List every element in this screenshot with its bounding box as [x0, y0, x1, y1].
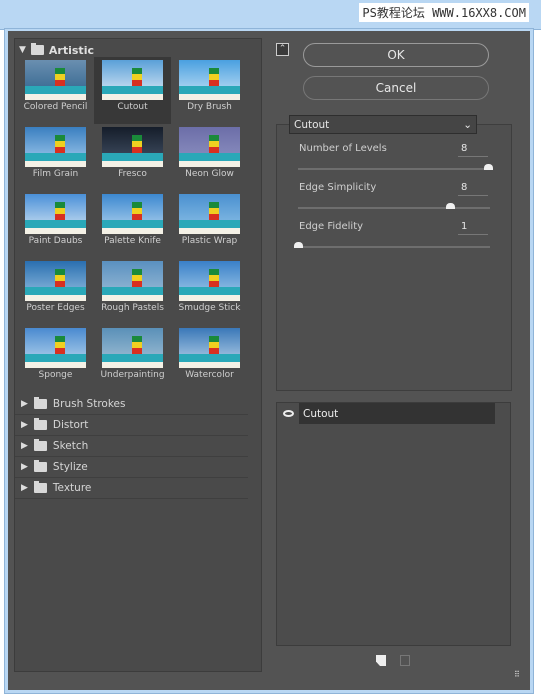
filter-thumb[interactable]: Dry Brush [171, 57, 248, 124]
folder-icon [30, 43, 44, 55]
filter-preview-image [102, 328, 163, 368]
category-label: Texture [52, 482, 92, 494]
filter-thumb[interactable]: Poster Edges [17, 258, 94, 325]
filter-thumb[interactable]: Paint Daubs [17, 191, 94, 258]
category-item[interactable]: ▶ Distort [15, 415, 248, 436]
slider-knob[interactable] [446, 203, 455, 209]
triangle-down-icon: ▼ [19, 45, 26, 55]
category-label: Sketch [52, 440, 89, 452]
filter-thumb[interactable]: Underpainting [94, 325, 171, 392]
filter-thumb[interactable]: Watercolor [171, 325, 248, 392]
effect-layer-row[interactable]: Cutout [277, 403, 495, 424]
filter-thumb[interactable]: Plastic Wrap [171, 191, 248, 258]
param-value-input[interactable]: 8 [458, 182, 488, 196]
eye-icon[interactable] [277, 403, 299, 424]
filter-preview-image [179, 261, 240, 301]
filter-thumb[interactable]: Cutout [94, 57, 171, 124]
param-value-input[interactable]: 1 [458, 221, 488, 235]
filter-preview-image [102, 261, 163, 301]
category-artistic[interactable]: ▼ Artistic [19, 43, 94, 57]
filter-label: Palette Knife [104, 236, 161, 246]
filter-thumb[interactable]: Neon Glow [171, 124, 248, 191]
filter-label: Colored Pencil [23, 102, 88, 112]
category-item[interactable]: ▶ Sketch [15, 436, 248, 457]
filter-preview-image [179, 194, 240, 234]
filter-preview-image [102, 127, 163, 167]
window-titlebar: PS教程论坛 WWW.16XX8.COM [0, 0, 541, 30]
ok-button[interactable]: OK [303, 43, 489, 67]
triangle-right-icon: ▶ [21, 483, 28, 493]
folder-icon [33, 418, 47, 430]
param-label: Number of Levels [299, 143, 387, 154]
filter-thumb[interactable]: Film Grain [17, 124, 94, 191]
filter-preview-image [102, 194, 163, 234]
filter-label: Dry Brush [187, 102, 232, 112]
param-label: Edge Simplicity [299, 182, 377, 193]
filter-label: Underpainting [100, 370, 165, 380]
param-slider[interactable] [298, 164, 493, 170]
filter-gallery-panel: ▼ Artistic Colored Pencil Cutout Dry Brush… [14, 38, 262, 672]
filter-preview-image [102, 60, 163, 100]
folder-icon [33, 439, 47, 451]
category-item[interactable]: ▶ Texture [15, 478, 248, 499]
triangle-right-icon: ▶ [21, 441, 28, 451]
filter-select-value: Cutout [294, 118, 330, 131]
trash-icon[interactable] [400, 655, 410, 666]
filter-thumb[interactable]: Sponge [17, 325, 94, 392]
param-slider[interactable] [294, 242, 490, 248]
filter-preview-image [25, 60, 86, 100]
filter-thumb[interactable]: Rough Pastels [94, 258, 171, 325]
folder-icon [33, 481, 47, 493]
slider-knob[interactable] [484, 164, 493, 170]
filter-label: Sponge [38, 370, 73, 380]
resize-grip-icon[interactable]: ⠿ [514, 670, 520, 679]
category-item[interactable]: ▶ Stylize [15, 457, 248, 478]
filter-label: Poster Edges [26, 303, 85, 313]
category-label: Stylize [52, 461, 88, 473]
watermark: PS教程论坛 WWW.16XX8.COM [359, 3, 529, 22]
filter-thumb[interactable]: Colored Pencil [17, 57, 94, 124]
triangle-right-icon: ▶ [21, 399, 28, 409]
effect-layers-panel: Cutout [276, 402, 511, 646]
cancel-button[interactable]: Cancel [303, 76, 489, 100]
collapse-gallery-button[interactable]: ⌃ [276, 43, 289, 56]
param-label: Edge Fidelity [299, 221, 364, 232]
filter-label: Cutout [117, 102, 148, 112]
filter-label: Fresco [118, 169, 147, 179]
filter-label: Paint Daubs [28, 236, 83, 246]
filter-thumb[interactable]: Fresco [94, 124, 171, 191]
filter-settings-group [276, 124, 512, 391]
category-label: Brush Strokes [52, 398, 126, 410]
param-slider[interactable] [298, 203, 490, 209]
filter-preview-image [179, 127, 240, 167]
filter-label: Plastic Wrap [181, 236, 238, 246]
filter-label: Smudge Stick [178, 303, 241, 313]
param-value-input[interactable]: 8 [458, 143, 488, 157]
chevron-down-icon: ⌄ [463, 118, 472, 131]
filter-select[interactable]: Cutout ⌄ [289, 115, 477, 134]
filter-preview-image [25, 194, 86, 234]
filter-preview-image [25, 261, 86, 301]
filter-thumb[interactable]: Smudge Stick [171, 258, 248, 325]
filter-label: Neon Glow [185, 169, 234, 179]
filter-label: Watercolor [185, 370, 234, 380]
filter-thumb[interactable]: Palette Knife [94, 191, 171, 258]
filter-label: Film Grain [32, 169, 79, 179]
triangle-right-icon: ▶ [21, 420, 28, 430]
triangle-right-icon: ▶ [21, 462, 28, 472]
filter-preview-image [179, 328, 240, 368]
filter-preview-image [25, 127, 86, 167]
filter-preview-image [179, 60, 240, 100]
category-item[interactable]: ▶ Brush Strokes [15, 394, 248, 415]
category-label: Artistic [48, 43, 94, 57]
effect-layer-name: Cutout [299, 403, 495, 424]
folder-icon [33, 397, 47, 409]
category-label: Distort [52, 419, 89, 431]
filter-label: Rough Pastels [101, 303, 164, 313]
folder-icon [33, 460, 47, 472]
filter-preview-image [25, 328, 86, 368]
slider-knob[interactable] [294, 242, 303, 248]
